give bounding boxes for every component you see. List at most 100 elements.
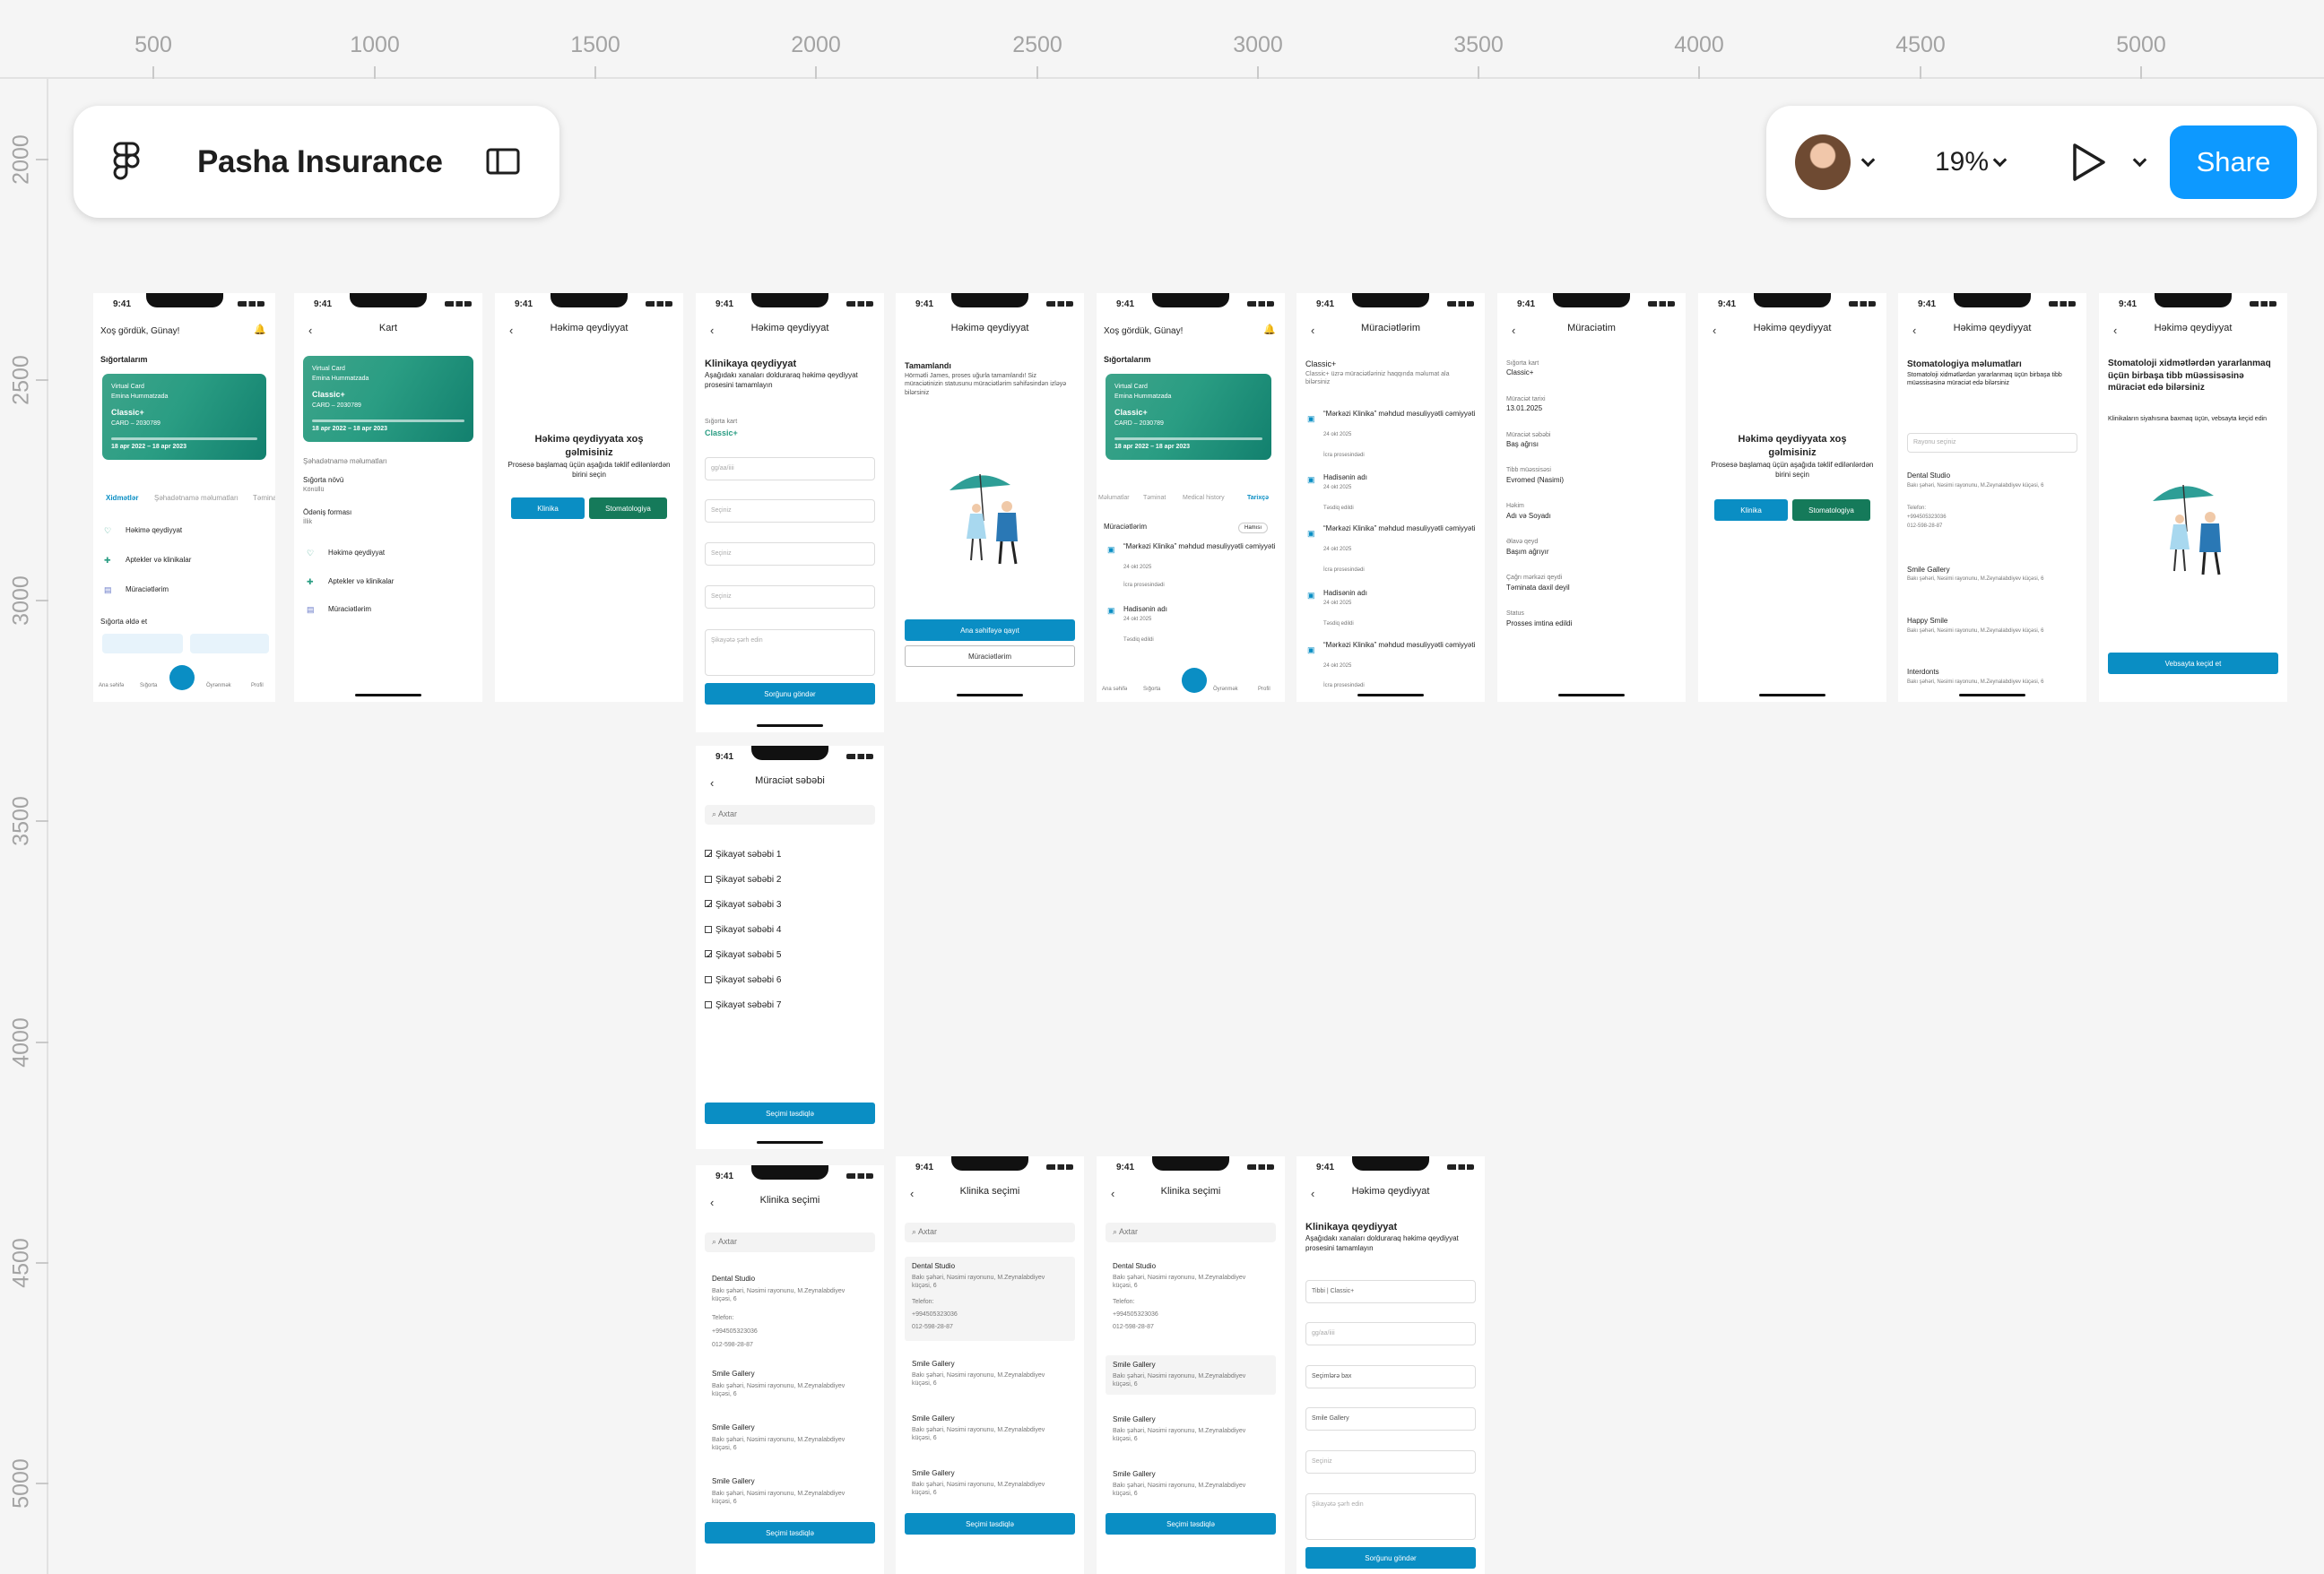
- request-title[interactable]: Hadisənin adı: [1323, 589, 1367, 599]
- insurance-card[interactable]: Virtual Card Emina Hummatzada Classic+ C…: [303, 356, 473, 442]
- tab-coverage[interactable]: Təminat: [253, 494, 275, 504]
- checkbox-item[interactable]: ✓ Şikayət səbəbi 1: [705, 850, 781, 861]
- frame-dentistry-info[interactable]: 9:41 ‹ Həkimə qeydiyyat Stomatologiya mə…: [1898, 293, 2086, 702]
- figma-logo-icon[interactable]: [113, 142, 140, 182]
- chevron-down-icon[interactable]: [2132, 152, 2147, 168]
- clinic-name[interactable]: Smile Gallery: [1113, 1415, 1156, 1425]
- frame-clinic-selection[interactable]: 9:41 ‹ Klinika seçimi ⌕ Axtar Dental Stu…: [696, 1165, 884, 1574]
- clinic-name[interactable]: Interdonts: [1907, 668, 1939, 678]
- clinic-name[interactable]: Happy Smile: [1907, 617, 1947, 627]
- checkbox-item[interactable]: Şikayət səbəbi 6: [705, 975, 781, 985]
- frame-clinic-registration-filled[interactable]: 9:41 ‹ Həkimə qeydiyyat Klinikaya qeydiy…: [1296, 1156, 1485, 1574]
- filter-dropdown[interactable]: Hamısı: [1238, 523, 1269, 534]
- select-field[interactable]: Seçiniz: [705, 542, 875, 566]
- clinic-name[interactable]: Smile Gallery: [712, 1477, 755, 1487]
- bell-icon[interactable]: 🔔: [254, 324, 266, 337]
- checkbox-item[interactable]: Şikayət səbəbi 2: [705, 875, 781, 885]
- submit-button[interactable]: Sorğunu göndər: [705, 683, 875, 705]
- tab-coverage[interactable]: Təminat: [1143, 494, 1166, 502]
- play-icon[interactable]: [2071, 142, 2107, 183]
- clinic-name[interactable]: Smile Gallery: [912, 1469, 955, 1479]
- confirm-selection-button[interactable]: Seçimi təsdiqlə: [905, 1513, 1075, 1535]
- request-title[interactable]: “Mərkəzi Klinika” məhdud məsuliyyətli cə…: [1323, 410, 1476, 419]
- frame-complaint-reason[interactable]: 9:41 ‹ Müraciət səbəbi ⌕ Axtar ✓ Şikayət …: [696, 746, 884, 1149]
- dentistry-button[interactable]: Stomatologiya: [1792, 499, 1870, 521]
- frame-completed[interactable]: 9:41 Həkimə qeydiyyat Tamamlandı Hörmətl…: [896, 293, 1084, 702]
- frame-clinic-registration[interactable]: 9:41 ‹ Həkimə qeydiyyat Klinikaya qeydiy…: [696, 293, 884, 732]
- nav-home[interactable]: Ana səhifə: [99, 682, 124, 689]
- avatar[interactable]: [1795, 134, 1851, 190]
- clinic-select[interactable]: Smile Gallery: [1305, 1407, 1476, 1431]
- fab-button[interactable]: [1182, 668, 1207, 693]
- clinic-button[interactable]: Klinika: [1714, 499, 1788, 521]
- tab-services[interactable]: Xidmətlər: [106, 494, 138, 504]
- clinic-name[interactable]: Smile Gallery: [1907, 566, 1950, 575]
- frame-home[interactable]: 9:41 Xoş gördük, Günay! 🔔 Sığortalarım V…: [93, 293, 275, 702]
- nav-profile[interactable]: Profil: [251, 682, 264, 689]
- clinic-name[interactable]: Dental Studio: [912, 1262, 955, 1272]
- nav-learn[interactable]: Öyrənmək: [1213, 686, 1238, 693]
- nav-home[interactable]: Ana səhifə: [1102, 686, 1127, 693]
- search-input[interactable]: ⌕ Axtar: [1106, 1223, 1276, 1242]
- clinic-name[interactable]: Dental Studio: [712, 1275, 755, 1284]
- clinic-name[interactable]: Smile Gallery: [1113, 1361, 1156, 1371]
- confirm-selection-button[interactable]: Seçimi təsdiqlə: [705, 1103, 875, 1124]
- menu-pharmacy[interactable]: Aptekler və klinikalar: [126, 556, 191, 566]
- checkbox-item[interactable]: ✓ Şikayət səbəbi 3: [705, 900, 781, 911]
- clinic-name[interactable]: Smile Gallery: [912, 1360, 955, 1370]
- frame-home-history[interactable]: 9:41 Xoş gördük, Günay! 🔔 Sığortalarım V…: [1097, 293, 1285, 702]
- clinic-name[interactable]: Smile Gallery: [1113, 1470, 1156, 1480]
- checkbox-item[interactable]: Şikayət səbəbi 7: [705, 1000, 781, 1010]
- request-title[interactable]: Hadisənin adı: [1123, 605, 1167, 615]
- checkbox-item[interactable]: Şikayət səbəbi 4: [705, 925, 781, 935]
- insurance-card[interactable]: Virtual Card Emina Hummatzada Classic+ C…: [1106, 374, 1271, 460]
- frame-requests[interactable]: 9:41 ‹ Müraciətlərim Classic+ Classic+ ü…: [1296, 293, 1485, 702]
- date-field[interactable]: gg/aa/iiii: [1305, 1322, 1476, 1345]
- dentistry-button[interactable]: Stomatologiya: [589, 497, 667, 519]
- clinic-name[interactable]: Smile Gallery: [912, 1414, 955, 1424]
- nav-profile[interactable]: Profil: [1258, 686, 1270, 693]
- insurance-select[interactable]: Tibbi | Classic+: [1305, 1280, 1476, 1303]
- menu-requests[interactable]: Müraciətlərim: [328, 605, 371, 615]
- menu-pharmacy[interactable]: Aptekler və klinikalar: [328, 577, 394, 587]
- website-button[interactable]: Vebsayta keçid et: [2108, 653, 2278, 674]
- confirm-selection-button[interactable]: Seçimi təsdiqlə: [1106, 1513, 1276, 1535]
- reason-select[interactable]: Seçimlərə bax: [1305, 1365, 1476, 1388]
- request-title[interactable]: “Mərkəzi Klinika” məhdud məsuliyyətli cə…: [1323, 524, 1476, 534]
- frame-card[interactable]: 9:41 ‹ Kart Virtual Card Emina Hummatzad…: [294, 293, 482, 702]
- file-title[interactable]: Pasha Insurance: [197, 144, 443, 180]
- comment-field[interactable]: Şikayətə şərh edin: [1305, 1493, 1476, 1540]
- insurance-card[interactable]: Virtual Card Emina Hummatzada Classic+ C…: [102, 374, 266, 460]
- menu-doctor[interactable]: Həkimə qeydiyyat: [328, 549, 385, 558]
- request-title[interactable]: “Mərkəzi Klinika” məhdud məsuliyyətli cə…: [1123, 542, 1276, 552]
- chevron-down-icon[interactable]: [1860, 152, 1876, 168]
- frame-welcome[interactable]: 9:41 ‹ Həkimə qeydiyyat Həkimə qeydiyyat…: [495, 293, 683, 702]
- clinic-button[interactable]: Klinika: [511, 497, 585, 519]
- clinic-name[interactable]: Dental Studio: [1113, 1262, 1156, 1272]
- bell-icon[interactable]: 🔔: [1263, 324, 1276, 337]
- menu-doctor[interactable]: Həkimə qeydiyyat: [126, 526, 182, 536]
- frame-welcome-2[interactable]: 9:41 ‹ Həkimə qeydiyyat Həkimə qeydiyyat…: [1698, 293, 1886, 702]
- frame-clinic-selection-2[interactable]: 9:41 ‹ Klinika seçimi ⌕ Axtar Dental Stu…: [896, 1156, 1084, 1574]
- frame-clinic-selection-3[interactable]: 9:41 ‹ Klinika seçimi ⌕ Axtar Dental Stu…: [1097, 1156, 1285, 1574]
- confirm-selection-button[interactable]: Seçimi təsdiqlə: [705, 1522, 875, 1544]
- select-field[interactable]: Seçiniz: [705, 585, 875, 609]
- nav-learn[interactable]: Öyrənmək: [206, 682, 231, 689]
- fab-button[interactable]: [169, 665, 195, 690]
- comment-field[interactable]: Şikayətə şərh edin: [705, 629, 875, 676]
- submit-button[interactable]: Sorğunu göndər: [1305, 1547, 1476, 1569]
- tab-history[interactable]: Tarixçə: [1247, 494, 1269, 502]
- tab-info[interactable]: Məlumatlar: [1098, 494, 1130, 502]
- search-input[interactable]: ⌕ Axtar: [705, 805, 875, 825]
- share-button[interactable]: Share: [2170, 125, 2297, 199]
- my-requests-button[interactable]: Müraciətlərim: [905, 645, 1075, 667]
- zoom-level[interactable]: 19%: [1935, 147, 1989, 177]
- clinic-name[interactable]: Smile Gallery: [712, 1370, 755, 1379]
- checkbox-item[interactable]: ✓ Şikayət səbəbi 5: [705, 950, 781, 961]
- clinic-name[interactable]: Dental Studio: [1907, 471, 1950, 481]
- home-button[interactable]: Ana səhifəyə qayıt: [905, 619, 1075, 641]
- district-select[interactable]: Rayonu seçiniz: [1907, 433, 2077, 453]
- search-input[interactable]: ⌕ Axtar: [705, 1232, 875, 1252]
- tab-certificate[interactable]: Şəhadətnamə məlumatları: [154, 494, 238, 504]
- clinic-name[interactable]: Smile Gallery: [712, 1423, 755, 1433]
